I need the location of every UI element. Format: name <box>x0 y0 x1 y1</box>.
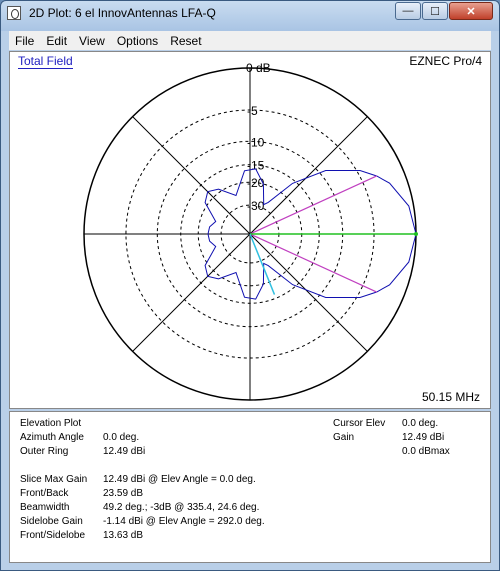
beamwidth-line <box>249 175 377 235</box>
window-title: 2D Plot: 6 el InnovAntennas LFA-Q <box>29 6 216 20</box>
ring-label: -20 <box>247 176 265 190</box>
beamwidth-line <box>249 233 377 293</box>
ring-label: 0 dB <box>246 61 271 75</box>
outer-ring-label: Outer Ring <box>20 446 69 457</box>
ring-label: -5 <box>247 104 258 118</box>
sidelobe-value: -1.14 dBi @ Elev Angle = 292.0 deg. <box>103 516 265 527</box>
cursor-elev-value: 0.0 deg. <box>402 418 439 429</box>
app-icon[interactable] <box>7 6 21 20</box>
ring-label: -30 <box>247 199 265 213</box>
menu-reset[interactable]: Reset <box>164 34 207 48</box>
slice-max-label: Slice Max Gain <box>20 474 88 485</box>
menu-edit[interactable]: Edit <box>40 34 73 48</box>
azimuth-label: Azimuth Angle <box>20 432 84 443</box>
front-back-label: Front/Back <box>20 488 69 499</box>
gain-value: 12.49 dBi <box>402 432 445 443</box>
outer-ring-value: 12.49 dBi <box>103 446 146 457</box>
ring-label: -15 <box>247 159 265 173</box>
menu-file[interactable]: File <box>9 34 40 48</box>
max-gain-marker <box>414 232 418 236</box>
beamwidth-value: 49.2 deg.; -3dB @ 335.4, 24.6 deg. <box>103 502 260 513</box>
plot-area[interactable]: 0 dB -5 -10 -15 -20 -30 Total Field EZNEC Pro… <box>9 51 491 409</box>
gain-label: Gain <box>333 432 355 443</box>
plot-type: Elevation Plot <box>20 418 82 429</box>
total-field-link[interactable]: Total Field <box>18 54 73 69</box>
title-bar[interactable]: 2D Plot: 6 el InnovAntennas LFA-Q — ☐ ✕ <box>1 1 499 27</box>
gain-dbmax: 0.0 dBmax <box>402 446 450 457</box>
info-panel: Elevation Plot Azimuth Angle 0.0 deg. Out… <box>9 411 491 563</box>
sidelobe-label: Sidelobe Gain <box>20 516 83 527</box>
menu-bar: File Edit View Options Reset <box>9 31 491 50</box>
frequency-label: 50.15 MHz <box>421 390 480 404</box>
beamwidth-label: Beamwidth <box>20 502 70 513</box>
azimuth-value: 0.0 deg. <box>103 432 140 443</box>
slice-max-value: 12.49 dBi @ Elev Angle = 0.0 deg. <box>103 474 256 485</box>
polar-plot[interactable]: 0 dB -5 -10 -15 -20 -30 <box>10 52 490 408</box>
front-sidelobe-value: 13.63 dB <box>103 530 144 541</box>
menu-options[interactable]: Options <box>111 34 164 48</box>
minimize-button[interactable]: — <box>395 2 421 20</box>
front-back-value: 23.59 dB <box>103 488 144 499</box>
maximize-button[interactable]: ☐ <box>422 2 448 20</box>
ring-label: -10 <box>247 135 265 149</box>
front-sidelobe-label: Front/Sidelobe <box>20 530 86 541</box>
close-button[interactable]: ✕ <box>449 2 493 20</box>
program-name: EZNEC Pro/4 <box>409 54 482 68</box>
menu-view[interactable]: View <box>73 34 111 48</box>
plot-window: 2D Plot: 6 el InnovAntennas LFA-Q — ☐ ✕ … <box>0 0 500 571</box>
cursor-elev-label: Cursor Elev <box>333 418 386 429</box>
